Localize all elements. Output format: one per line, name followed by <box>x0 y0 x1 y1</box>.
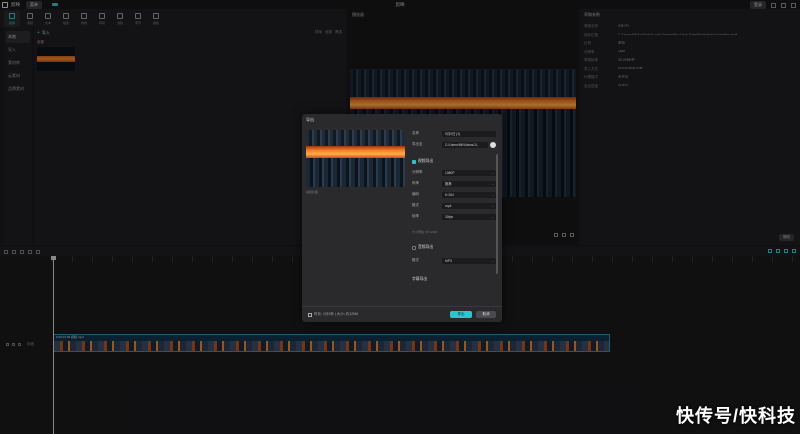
size-estimate: 大小预估: 约 120M <box>412 230 438 234</box>
resolution-select[interactable]: 1080P <box>442 169 496 176</box>
subtitle-export-label: 字幕导出 <box>412 277 428 281</box>
audio-format-select[interactable]: MP3 <box>442 257 496 264</box>
audio-export-checkbox[interactable] <box>412 245 416 250</box>
resolution-row: 分辨率 1080P <box>412 169 496 176</box>
dialog-footer: 时长: 1分2秒 | 大小: 约120M 导出 取消 <box>302 306 502 322</box>
video-export-label: 视频导出 <box>418 159 434 163</box>
export-dialog: 导出 编辑封面 名称 0月0日 (1) 导出至 C:/Users/Mi/Vide… <box>302 114 502 322</box>
export-button[interactable]: 导出 <box>450 311 472 318</box>
edit-cover-link[interactable]: 编辑封面 <box>306 190 318 194</box>
field-label: 分辨率 <box>412 170 423 174</box>
folder-icon[interactable] <box>490 141 496 148</box>
field-label: 帧率 <box>412 214 419 218</box>
export-preview <box>306 130 405 187</box>
format-select[interactable]: mp4 <box>442 202 496 209</box>
bitrate-select[interactable]: 推荐 <box>442 180 496 187</box>
dialog-scrollbar[interactable] <box>496 154 498 274</box>
export-to-label: 导出至 <box>412 142 423 146</box>
framerate-row: 帧率 30fps <box>412 213 496 220</box>
subtitle-export-section[interactable]: 字幕导出 <box>412 277 427 282</box>
field-label: 格式 <box>412 258 419 262</box>
cancel-button[interactable]: 取消 <box>476 311 496 318</box>
name-row: 名称 0月0日 (1) <box>412 130 496 137</box>
codec-select[interactable]: H.264 <box>442 191 496 198</box>
export-to-row: 导出至 C:/Users/Mi/Videos/Ji... <box>412 141 496 148</box>
framerate-select[interactable]: 30fps <box>442 213 496 220</box>
video-export-section[interactable]: 视频导出 <box>412 159 433 164</box>
export-info-text: 时长: 1分2秒 | 大小: 约120M <box>314 312 358 316</box>
export-info: 时长: 1分2秒 | 大小: 约120M <box>308 312 358 317</box>
name-label: 名称 <box>412 131 419 135</box>
export-path-input[interactable]: C:/Users/Mi/Videos/Ji... <box>442 141 488 148</box>
audio-export-label: 音频导出 <box>418 245 434 249</box>
field-label: 码率 <box>412 181 419 185</box>
dialog-title: 导出 <box>306 117 314 122</box>
info-icon <box>308 312 312 317</box>
watermark: 快传号/快科技 <box>675 406 796 426</box>
codec-row: 编码 H.264 <box>412 191 496 198</box>
audio-export-section[interactable]: 音频导出 <box>412 245 433 250</box>
format-row: 格式 mp4 <box>412 202 496 209</box>
video-export-checkbox[interactable] <box>412 159 416 164</box>
field-label: 格式 <box>412 203 419 207</box>
audio-format-row: 格式 MP3 <box>412 257 496 264</box>
field-label: 编码 <box>412 192 419 196</box>
bitrate-row: 码率 推荐 <box>412 180 496 187</box>
name-input[interactable]: 0月0日 (1) <box>442 130 496 137</box>
